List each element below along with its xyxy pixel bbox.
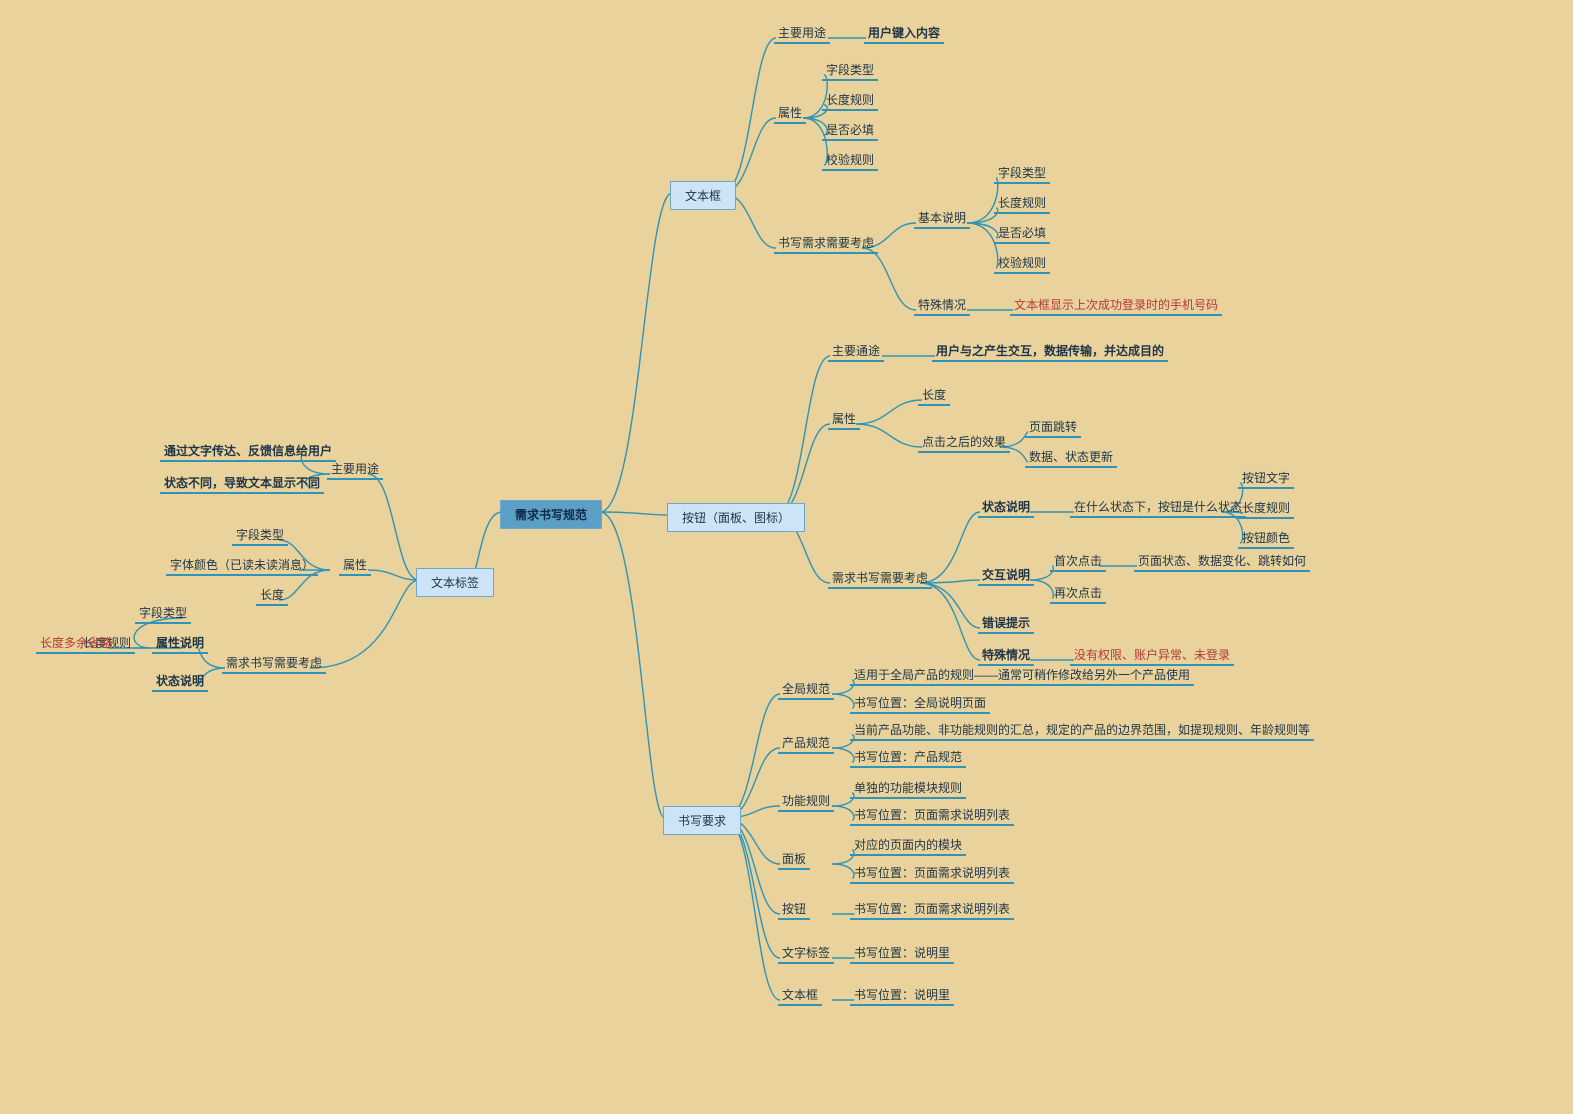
label-attr-desc-1: 字段类型 bbox=[135, 604, 191, 624]
label-consider: 需求书写需要考虑 bbox=[222, 654, 326, 674]
req-3a: 单独的功能模块规则 bbox=[850, 779, 966, 799]
req-6: 文字标签 bbox=[778, 944, 834, 964]
req-3: 功能规则 bbox=[778, 792, 834, 812]
node-button[interactable]: 按钮（面板、图标） bbox=[667, 503, 805, 532]
label-attr-3: 长度 bbox=[256, 586, 288, 606]
req-1: 全局规范 bbox=[778, 680, 834, 700]
textbox-basic-3: 是否必填 bbox=[994, 224, 1050, 244]
node-textbox[interactable]: 文本框 bbox=[670, 181, 736, 210]
btn-error: 错误提示 bbox=[978, 614, 1034, 634]
btn-attr: 属性 bbox=[828, 410, 860, 430]
req-3b: 书写位置：页面需求说明列表 bbox=[850, 806, 1014, 826]
label-main-purpose: 主要用途 bbox=[327, 460, 383, 480]
btn-interact-b: 再次点击 bbox=[1050, 584, 1106, 604]
req-2a: 当前产品功能、非功能规则的汇总，规定的产品的边界范围，如提现规则、年龄规则等 bbox=[850, 721, 1314, 741]
req-4a: 对应的页面内的模块 bbox=[850, 836, 966, 856]
btn-state-a: 在什么状态下，按钮是什么状态 bbox=[1070, 498, 1246, 518]
textbox-attr-3: 是否必填 bbox=[822, 121, 878, 141]
btn-state-a3: 按钮颜色 bbox=[1238, 529, 1294, 549]
btn-special-a: 没有权限、账户异常、未登录 bbox=[1070, 646, 1234, 666]
btn-state-a1: 按钮文字 bbox=[1238, 469, 1294, 489]
btn-state-a2: 长度规则 bbox=[1238, 499, 1294, 519]
req-4: 面板 bbox=[778, 850, 810, 870]
btn-special: 特殊情况 bbox=[978, 646, 1034, 666]
textbox-basic: 基本说明 bbox=[914, 209, 970, 229]
label-attr-1: 字段类型 bbox=[232, 526, 288, 546]
textbox-special: 特殊情况 bbox=[914, 296, 970, 316]
textbox-basic-1: 字段类型 bbox=[994, 164, 1050, 184]
label-len-note: 长度多余省略 bbox=[36, 634, 116, 654]
btn-interact-a: 首次点击 bbox=[1050, 552, 1106, 572]
req-2: 产品规范 bbox=[778, 734, 834, 754]
req-1b: 书写位置：全局说明页面 bbox=[850, 694, 990, 714]
label-attr-2: 字体颜色（已读未读消息） bbox=[166, 556, 318, 576]
label-attr: 属性 bbox=[339, 556, 371, 576]
btn-state: 状态说明 bbox=[978, 498, 1034, 518]
req-5: 按钮 bbox=[778, 900, 810, 920]
req-4b: 书写位置：页面需求说明列表 bbox=[850, 864, 1014, 884]
textbox-attr-2: 长度规则 bbox=[822, 91, 878, 111]
textbox-consider: 书写需求需要考虑 bbox=[774, 234, 878, 254]
btn-interact: 交互说明 bbox=[978, 566, 1034, 586]
req-5a: 书写位置：页面需求说明列表 bbox=[850, 900, 1014, 920]
root-node[interactable]: 需求书写规范 bbox=[500, 500, 602, 529]
btn-attr-1: 长度 bbox=[918, 386, 950, 406]
req-1a: 适用于全局产品的规则——通常可稍作修改给另外一个产品使用 bbox=[850, 666, 1194, 686]
label-purpose-1: 通过文字传达、反馈信息给用户 bbox=[160, 442, 336, 462]
btn-attr-2a: 页面跳转 bbox=[1025, 418, 1081, 438]
label-purpose-2: 状态不同，导致文本显示不同 bbox=[160, 474, 324, 494]
textbox-attr-4: 校验规则 bbox=[822, 151, 878, 171]
node-write-req[interactable]: 书写要求 bbox=[663, 806, 741, 835]
node-text-label[interactable]: 文本标签 bbox=[416, 568, 494, 597]
textbox-attr: 属性 bbox=[774, 104, 806, 124]
textbox-purpose-1: 用户键入内容 bbox=[864, 24, 944, 44]
btn-attr-2: 点击之后的效果 bbox=[918, 433, 1010, 453]
textbox-purpose: 主要用途 bbox=[774, 24, 830, 44]
btn-purpose-1: 用户与之产生交互，数据传输，并达成目的 bbox=[932, 342, 1168, 362]
btn-consider: 需求书写需要考虑 bbox=[828, 569, 932, 589]
btn-purpose: 主要通途 bbox=[828, 342, 884, 362]
textbox-basic-4: 校验规则 bbox=[994, 254, 1050, 274]
req-6a: 书写位置：说明里 bbox=[850, 944, 954, 964]
btn-interact-a1: 页面状态、数据变化、跳转如何 bbox=[1134, 552, 1310, 572]
btn-attr-2b: 数据、状态更新 bbox=[1025, 448, 1117, 468]
textbox-special-a: 文本框显示上次成功登录时的手机号码 bbox=[1010, 296, 1222, 316]
label-state-desc: 状态说明 bbox=[152, 672, 208, 692]
req-2b: 书写位置：产品规范 bbox=[850, 748, 966, 768]
textbox-attr-1: 字段类型 bbox=[822, 61, 878, 81]
req-7a: 书写位置：说明里 bbox=[850, 986, 954, 1006]
label-attr-desc: 属性说明 bbox=[152, 634, 208, 654]
textbox-basic-2: 长度规则 bbox=[994, 194, 1050, 214]
req-7: 文本框 bbox=[778, 986, 822, 1006]
